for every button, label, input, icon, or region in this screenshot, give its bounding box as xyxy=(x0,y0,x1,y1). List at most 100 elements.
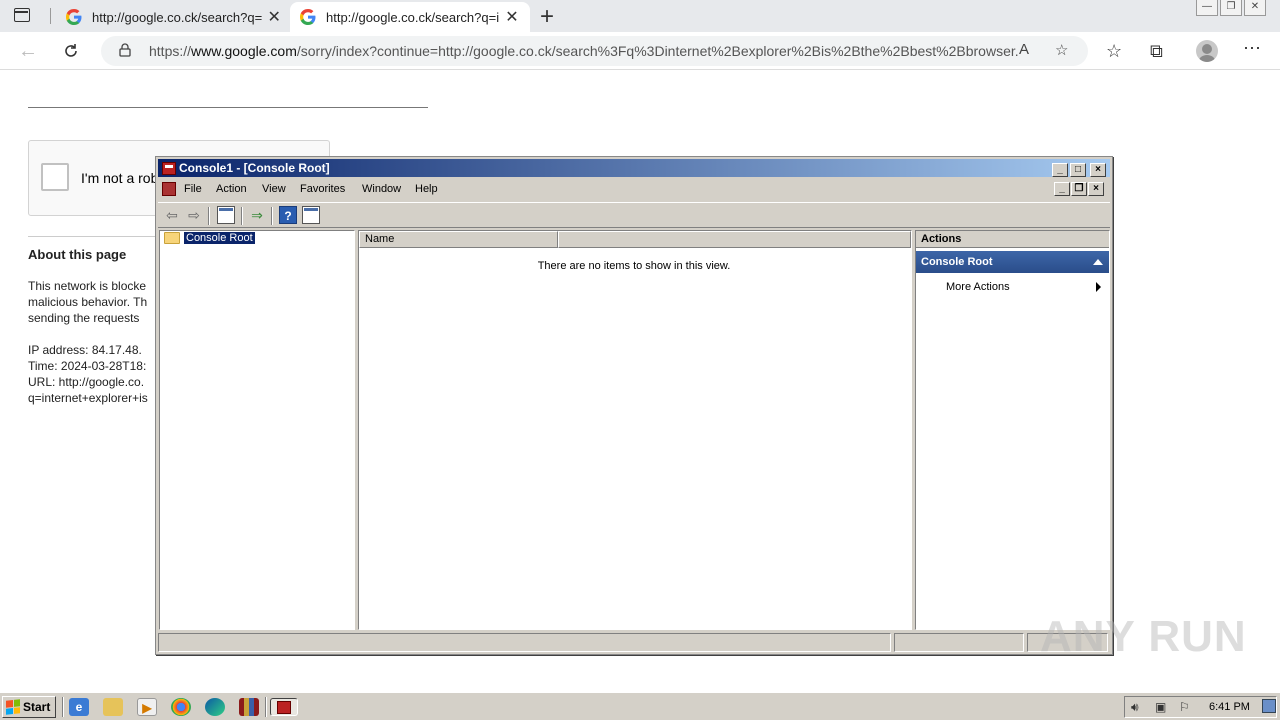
url-host: www.google.com xyxy=(191,43,297,59)
recaptcha-checkbox[interactable] xyxy=(41,163,69,191)
start-label: Start xyxy=(23,700,51,714)
refresh-icon[interactable] xyxy=(62,42,80,60)
toolbar-separator xyxy=(271,207,273,225)
show-desktop-icon[interactable] xyxy=(1262,699,1276,713)
restore-button[interactable]: ❐ xyxy=(1220,0,1242,16)
taskbar: Start e ▶ 🔊︎ ▣ ⚐ 6:41 PM xyxy=(0,692,1280,720)
tab-1-close-icon[interactable]: ✕ xyxy=(262,7,286,27)
tree-item-console-root[interactable]: Console Root xyxy=(164,231,256,245)
more-menu-icon[interactable]: ⋯ xyxy=(1243,38,1261,59)
actions-header: Actions xyxy=(916,231,1109,248)
menu-favorites[interactable]: Favorites xyxy=(300,183,345,195)
mmc-menu-bar: File Action View Favorites Window Help _… xyxy=(158,179,1110,201)
mmc-status-bar xyxy=(158,633,1110,652)
address-bar[interactable]: https://www.google.com/sorry/index?conti… xyxy=(101,36,1088,66)
actions-section-label: Console Root xyxy=(921,256,993,268)
chrome-icon[interactable] xyxy=(171,698,191,716)
add-favorite-icon[interactable]: ☆ xyxy=(1055,41,1068,59)
status-cell xyxy=(894,633,1024,652)
child-close-button[interactable]: × xyxy=(1088,182,1104,196)
child-minimize-button[interactable]: _ xyxy=(1054,182,1070,196)
close-window-button[interactable]: ✕ xyxy=(1244,0,1266,16)
tab-2-active[interactable]: http://google.co.ck/search?q=i ✕ xyxy=(290,2,530,32)
mmc-maximize-button[interactable]: □ xyxy=(1070,163,1086,177)
show-hide-action-pane-icon[interactable] xyxy=(302,206,320,224)
mmc-title-text: Console1 - [Console Root] xyxy=(179,161,330,175)
time-line: Time: 2024-03-28T18: xyxy=(28,359,147,373)
browser-window-controls: — ❐ ✕ xyxy=(1196,0,1266,16)
menu-window[interactable]: Window xyxy=(362,183,401,195)
volume-icon[interactable]: 🔊︎ xyxy=(1131,700,1139,715)
menu-help[interactable]: Help xyxy=(415,183,438,195)
mmc-title-bar[interactable]: Console1 - [Console Root] _ □ × xyxy=(158,159,1110,177)
tree-item-label: Console Root xyxy=(183,231,256,245)
forward-icon[interactable]: ⇨ xyxy=(185,206,203,224)
minimize-button[interactable]: — xyxy=(1196,0,1218,16)
column-header-empty[interactable] xyxy=(558,231,911,248)
collapse-caret-icon[interactable] xyxy=(1093,259,1103,265)
media-player-icon[interactable]: ▶ xyxy=(137,698,157,716)
file-explorer-icon[interactable] xyxy=(103,698,123,716)
profile-avatar[interactable] xyxy=(1196,40,1218,62)
child-restore-button[interactable]: ❐ xyxy=(1071,182,1087,196)
mmc-toolbar: ⇦ ⇨ ⇒ ? xyxy=(158,202,1110,228)
browser-tab-bar: http://google.co.ck/search?q=i ✕ http://… xyxy=(0,0,1280,32)
console-doc-icon[interactable] xyxy=(162,182,176,196)
clock[interactable]: 6:41 PM xyxy=(1209,701,1250,713)
url-text[interactable]: https://www.google.com/sorry/index?conti… xyxy=(149,43,1019,59)
menu-view[interactable]: View xyxy=(262,183,286,195)
mmc-minimize-button[interactable]: _ xyxy=(1052,163,1068,177)
result-pane: Name There are no items to show in this … xyxy=(358,230,912,630)
about-text-line: malicious behavior. Th xyxy=(28,295,148,309)
taskbar-mmc-button[interactable] xyxy=(270,698,298,716)
folder-icon xyxy=(164,232,180,244)
anyrun-watermark: ANY RUN xyxy=(1040,612,1247,661)
mmc-close-button[interactable]: × xyxy=(1090,163,1106,177)
show-hide-tree-icon[interactable] xyxy=(217,206,235,224)
export-list-icon[interactable]: ⇒ xyxy=(248,206,266,224)
winrar-icon[interactable] xyxy=(239,698,259,716)
back-arrow-icon[interactable]: ← xyxy=(18,40,38,63)
windows-logo-icon xyxy=(6,699,20,715)
back-icon[interactable]: ⇦ xyxy=(163,206,181,224)
menu-action[interactable]: Action xyxy=(216,183,247,195)
more-actions-item[interactable]: More Actions xyxy=(946,281,1010,293)
column-header-name[interactable]: Name xyxy=(359,231,558,248)
favorites-icon[interactable]: ☆ xyxy=(1106,41,1122,62)
collections-icon[interactable]: ⧉ xyxy=(1150,41,1163,62)
taskbar-separator xyxy=(62,697,64,717)
network-icon[interactable]: ▣ xyxy=(1155,700,1166,714)
about-heading: About this page xyxy=(28,247,127,262)
lock-icon[interactable] xyxy=(119,43,131,57)
status-cell xyxy=(158,633,891,652)
child-window-controls: _ ❐ × xyxy=(1054,182,1104,196)
google-icon xyxy=(300,9,316,25)
url-scheme: https:// xyxy=(149,43,192,59)
tab-1[interactable]: http://google.co.ck/search?q=i ✕ xyxy=(56,2,286,32)
taskbar-separator xyxy=(265,697,267,717)
read-aloud-icon[interactable]: A xyxy=(1019,41,1029,58)
menu-file[interactable]: File xyxy=(184,183,202,195)
internet-explorer-icon[interactable]: e xyxy=(69,698,89,716)
mmc-console-window: Console1 - [Console Root] _ □ × File Act… xyxy=(155,156,1113,655)
page-divider xyxy=(28,107,428,108)
tab-2-title: http://google.co.ck/search?q=i xyxy=(326,9,500,25)
submenu-arrow-icon xyxy=(1096,282,1101,292)
google-icon xyxy=(66,9,82,25)
mmc-app-icon[interactable] xyxy=(162,162,176,175)
empty-view-message: There are no items to show in this view. xyxy=(537,260,731,272)
actions-section-console-root[interactable]: Console Root xyxy=(916,251,1109,273)
toolbar-separator xyxy=(208,207,210,225)
actions-pane: Actions Console Root More Actions xyxy=(915,230,1110,630)
start-button[interactable]: Start xyxy=(2,696,56,718)
edge-icon[interactable] xyxy=(205,698,225,716)
section-divider xyxy=(28,236,158,237)
new-tab-button[interactable]: + xyxy=(540,3,554,31)
help-icon[interactable]: ? xyxy=(279,206,297,224)
tab-2-close-icon[interactable]: ✕ xyxy=(500,7,524,27)
toolbar-separator xyxy=(241,207,243,225)
action-center-flag-icon[interactable]: ⚐ xyxy=(1179,700,1190,714)
tab-actions-icon[interactable] xyxy=(14,8,30,22)
mmc-taskbar-icon xyxy=(277,701,291,714)
url-line: URL: http://google.co. xyxy=(28,375,145,389)
